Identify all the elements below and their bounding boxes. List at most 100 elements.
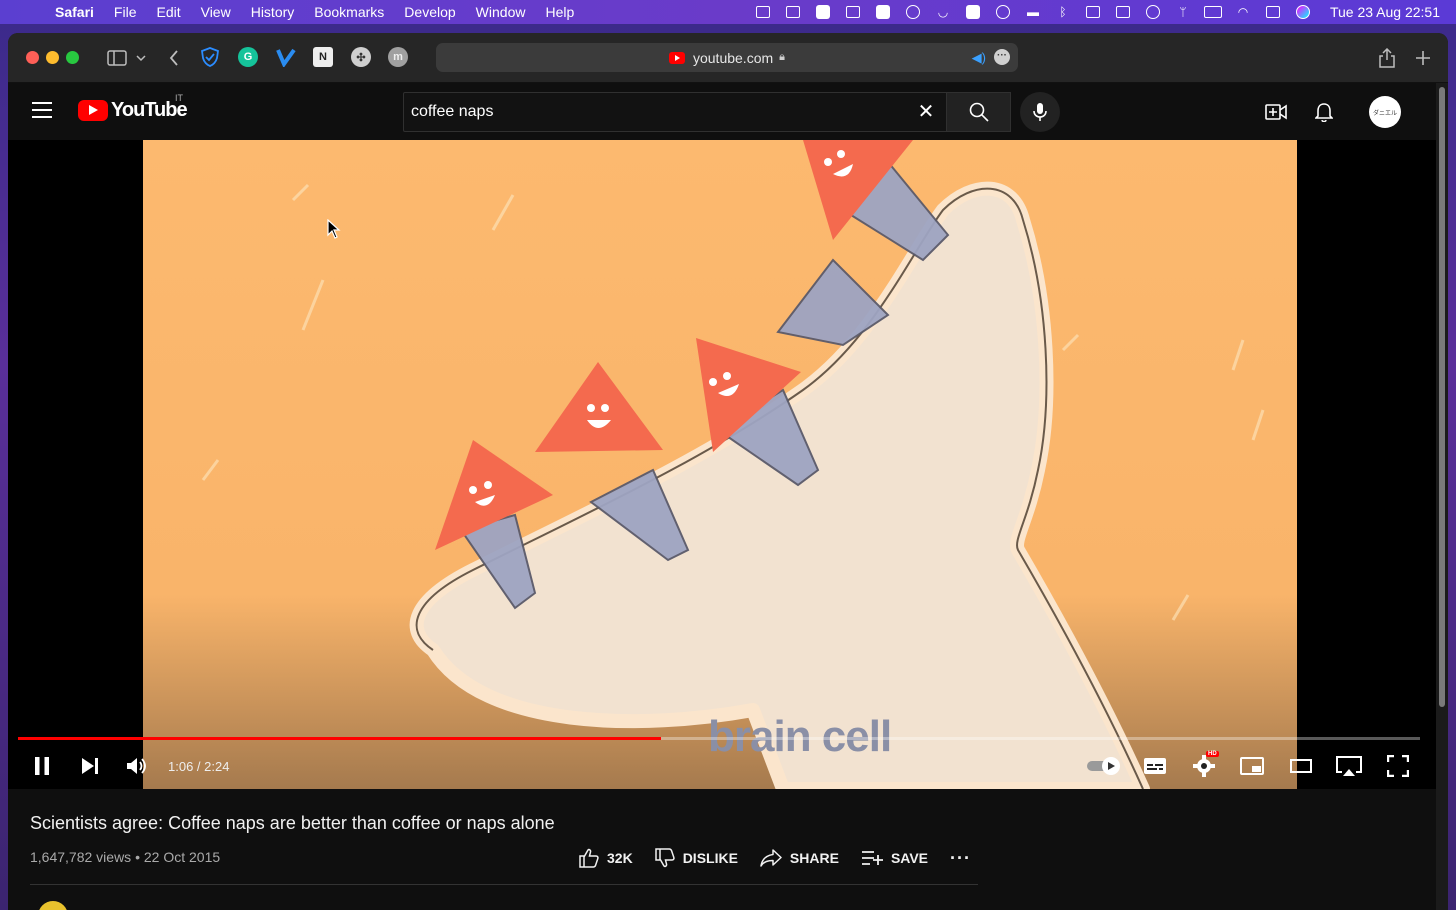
share-button[interactable]: SHARE [760, 849, 839, 867]
play-tray-icon[interactable] [1144, 5, 1162, 19]
share-label: SHARE [789, 850, 839, 866]
volume-button[interactable] [124, 753, 150, 779]
keyboard-tray-icon[interactable] [874, 5, 892, 19]
search-icon [969, 102, 989, 122]
menu-edit[interactable]: Edit [156, 4, 180, 20]
safari-toolbar: G N ✣ m youtube.com 🔒︎ ◀︎) ··· [8, 33, 1448, 83]
fullscreen-button[interactable] [1385, 753, 1411, 779]
sidebar-tray-icon[interactable] [784, 5, 802, 19]
dislike-button[interactable]: DISLIKE [654, 848, 738, 868]
page-scrollbar[interactable] [1436, 83, 1448, 910]
thumbs-down-icon [654, 848, 675, 868]
zoom-window-button[interactable] [66, 51, 79, 64]
airplay-button[interactable] [1334, 753, 1364, 779]
shield-tray-icon[interactable] [754, 5, 772, 19]
safari-window: G N ✣ m youtube.com 🔒︎ ◀︎) ··· YouTube I… [8, 33, 1448, 910]
audio-playing-icon[interactable]: ◀︎) [972, 50, 986, 66]
address-bar[interactable]: youtube.com 🔒︎ ◀︎) ··· [436, 43, 1018, 72]
youtube-play-logo-icon [78, 100, 108, 121]
menu-window[interactable]: Window [476, 4, 526, 20]
miniplayer-button[interactable] [1239, 753, 1265, 779]
shazam-tray-icon[interactable] [994, 5, 1012, 19]
section-divider [30, 884, 978, 885]
menu-bookmarks[interactable]: Bookmarks [314, 4, 384, 20]
pause-icon [35, 757, 49, 775]
vimium-extension-icon[interactable] [276, 47, 296, 67]
pause-button[interactable] [30, 753, 54, 779]
bed-tray-icon[interactable]: ▬ [1024, 5, 1042, 19]
page-menu-icon[interactable]: ··· [994, 49, 1010, 65]
video-info: Scientists agree: Coffee naps are better… [8, 789, 1436, 910]
windows-tray-icon[interactable] [1084, 5, 1102, 19]
video-title: Scientists agree: Coffee naps are better… [30, 813, 555, 833]
battery-icon[interactable] [1203, 5, 1222, 19]
hexagon-tray-icon[interactable] [814, 5, 832, 19]
sidebar-chevron-down-icon[interactable] [134, 46, 148, 70]
menu-app-name[interactable]: Safari [55, 4, 94, 20]
settings-gear-icon [1193, 755, 1215, 777]
pinwheel-extension-icon[interactable]: ✣ [351, 47, 371, 67]
skype-tray-icon[interactable] [964, 5, 982, 19]
video-meta: 1,647,782 views • 22 Oct 2015 [30, 849, 221, 865]
youtube-favicon-icon [668, 51, 685, 64]
address-bar-url: youtube.com [692, 49, 774, 66]
scrollbar-thumb[interactable] [1439, 87, 1445, 707]
progress-bar[interactable] [18, 737, 1420, 740]
video-player[interactable]: brain cell 1:06 / 2:24 HD [8, 140, 1436, 789]
drive-tray-icon[interactable] [844, 5, 862, 19]
menu-help[interactable]: Help [545, 4, 574, 20]
menubar-clock[interactable]: Tue 23 Aug 22:51 [1330, 4, 1440, 20]
control-center-icon[interactable] [1264, 5, 1282, 19]
thumbs-up-icon [579, 848, 599, 868]
new-tab-plus-icon[interactable] [1412, 46, 1434, 70]
search-input[interactable] [404, 93, 904, 131]
bitwarden-extension-icon[interactable] [200, 47, 220, 67]
account-avatar[interactable]: ダニエル [1369, 96, 1401, 128]
share-icon[interactable] [1376, 46, 1398, 70]
grammarly-extension-icon[interactable]: G [238, 47, 258, 67]
menu-develop[interactable]: Develop [404, 4, 455, 20]
minimize-window-button[interactable] [46, 51, 59, 64]
menu-history[interactable]: History [251, 4, 295, 20]
back-button-icon[interactable] [164, 46, 184, 70]
airpods-tray-icon[interactable]: ᛘ [1174, 5, 1192, 19]
microphone-icon [1033, 103, 1047, 121]
search-box: ✕ [403, 92, 947, 132]
subtitles-icon [1144, 758, 1166, 774]
video-actions: 32K DISLIKE SHARE SAVE ··· [579, 847, 993, 869]
bluetooth-icon[interactable]: ᛒ [1054, 5, 1072, 19]
eye-tray-icon[interactable]: ◡ [934, 5, 952, 19]
youtube-header: YouTube IT ✕ ダニエル [8, 83, 1436, 140]
youtube-logo[interactable]: YouTube IT [78, 93, 188, 122]
like-button[interactable]: 32K [579, 848, 633, 868]
notion-extension-icon[interactable]: N [313, 47, 333, 67]
skip-next-icon [82, 758, 98, 774]
save-button[interactable]: SAVE [861, 850, 928, 866]
wifi-icon[interactable]: ◠ [1234, 5, 1252, 19]
menu-file[interactable]: File [114, 4, 137, 20]
progress-played [18, 737, 661, 740]
create-video-icon[interactable] [1263, 99, 1289, 125]
theater-mode-button[interactable] [1288, 753, 1314, 779]
vpn-shield-tray-icon[interactable] [904, 5, 922, 19]
guide-menu-icon[interactable] [32, 102, 52, 118]
more-actions-button[interactable]: ··· [950, 848, 971, 869]
notifications-bell-icon[interactable] [1311, 99, 1337, 125]
sidebar-toggle-icon[interactable] [104, 46, 130, 70]
m-extension-icon[interactable]: m [388, 47, 408, 67]
video-frame[interactable] [143, 140, 1297, 789]
mouse-cursor-icon [327, 219, 341, 239]
settings-button[interactable]: HD [1191, 751, 1219, 779]
clear-search-icon[interactable]: ✕ [916, 102, 936, 122]
display-tray-icon[interactable] [1114, 5, 1132, 19]
search-button[interactable] [947, 92, 1011, 132]
channel-avatar[interactable] [38, 901, 68, 910]
next-video-button[interactable] [78, 753, 102, 779]
menu-view[interactable]: View [201, 4, 231, 20]
voice-search-button[interactable] [1020, 92, 1060, 132]
like-count: 32K [607, 850, 633, 866]
autoplay-toggle[interactable] [1086, 753, 1122, 779]
close-window-button[interactable] [26, 51, 39, 64]
subtitles-button[interactable] [1142, 753, 1168, 779]
siri-icon[interactable] [1294, 5, 1312, 19]
